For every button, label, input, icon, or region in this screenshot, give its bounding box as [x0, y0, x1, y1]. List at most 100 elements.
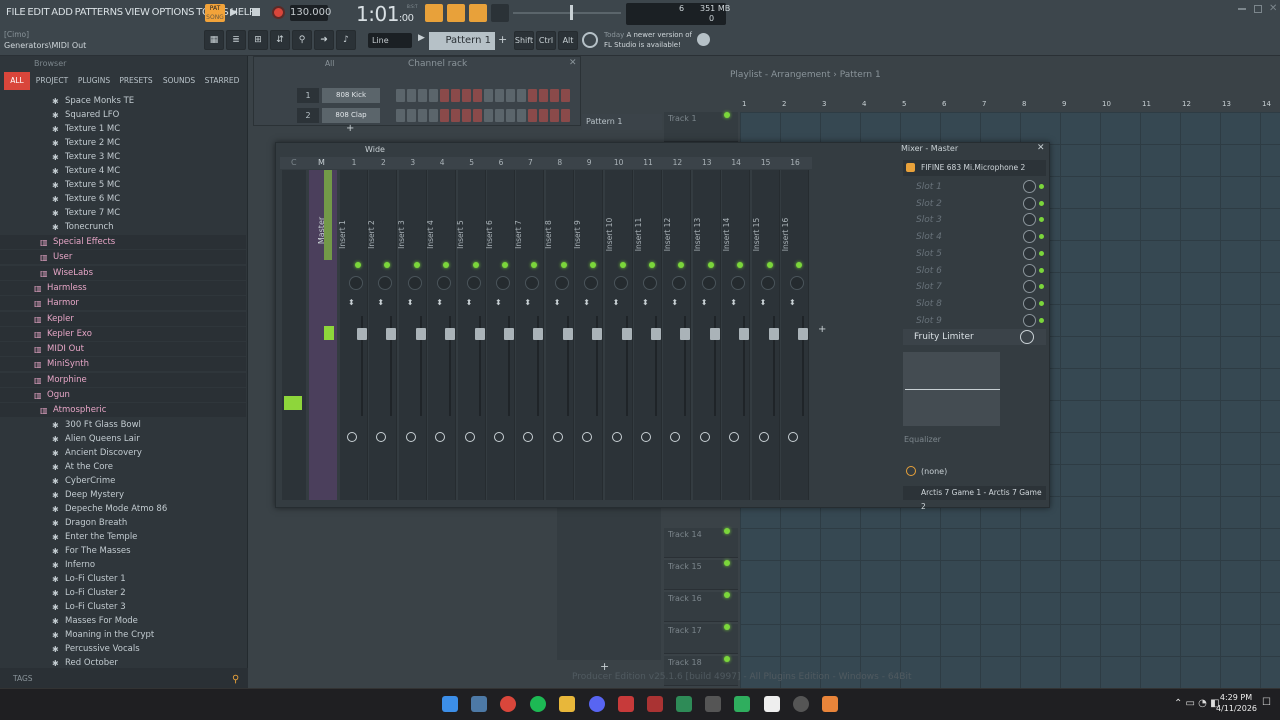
add-channel-icon[interactable]: +: [346, 123, 354, 134]
route-icon[interactable]: [464, 432, 475, 442]
volume-fader[interactable]: [651, 328, 661, 340]
pattern-select[interactable]: Pattern 1: [429, 32, 495, 50]
insert-mute-led[interactable]: [737, 262, 744, 268]
step-button[interactable]: [429, 89, 438, 102]
stereo-icon[interactable]: ⬍: [348, 298, 355, 307]
insert-strip[interactable]: 5 Insert 5 ⬍: [455, 158, 486, 500]
notification-icon[interactable]: ☐: [1262, 697, 1271, 708]
volume-fader[interactable]: [445, 328, 456, 340]
volume-fader[interactable]: [739, 328, 750, 340]
insert-strip[interactable]: 2 Insert 2 ⬍: [367, 158, 398, 500]
stereo-icon[interactable]: ⬍: [377, 298, 384, 307]
pan-knob[interactable]: [701, 276, 716, 290]
rack-filter[interactable]: All: [325, 59, 371, 71]
fx-slot[interactable]: Slot 8: [903, 296, 1046, 312]
preset-item[interactable]: ✱ Alien Queens Lair: [0, 432, 246, 446]
volume-fader[interactable]: [680, 328, 691, 340]
fl-studio-icon[interactable]: [822, 696, 838, 712]
track-mute-led[interactable]: [724, 112, 730, 118]
metronome-icon[interactable]: [425, 4, 443, 22]
shift-button[interactable]: Shift: [514, 31, 534, 50]
maximize-icon[interactable]: [1254, 5, 1262, 13]
piano-roll-view-icon[interactable]: ≣: [226, 30, 246, 50]
route-icon[interactable]: [611, 432, 622, 442]
obs-icon[interactable]: [618, 696, 634, 712]
menu-add[interactable]: ADD: [50, 7, 73, 18]
step-button[interactable]: [495, 109, 504, 122]
tab-plugins[interactable]: PLUGINS: [74, 72, 114, 90]
fx-slot[interactable]: Slot 3: [903, 212, 1046, 228]
stereo-icon[interactable]: ⬍: [613, 298, 620, 307]
preset-item[interactable]: ✱ Masses For Mode: [0, 614, 246, 628]
volume-fader[interactable]: [709, 328, 720, 340]
menu-patterns[interactable]: PATTERNS: [74, 7, 124, 18]
route-icon[interactable]: [582, 432, 593, 442]
step-button[interactable]: [407, 109, 416, 122]
folder-item[interactable]: ▥ User: [0, 250, 246, 265]
volume-fader[interactable]: [386, 328, 397, 340]
step-button[interactable]: [451, 109, 460, 122]
volume-fader[interactable]: [533, 328, 544, 340]
preset-item[interactable]: ✱ Dragon Breath: [0, 516, 246, 530]
pan-knob[interactable]: [466, 276, 481, 290]
route-icon[interactable]: [494, 432, 504, 442]
globe-icon[interactable]: [697, 33, 710, 46]
track-header[interactable]: Track 1: [664, 112, 738, 142]
pan-knob[interactable]: [643, 276, 657, 290]
snap-select[interactable]: Line: [368, 33, 412, 48]
preset-item[interactable]: ✱ Deep Mystery: [0, 488, 246, 502]
menu-edit[interactable]: EDIT: [26, 7, 50, 18]
step-button[interactable]: [539, 109, 548, 122]
tab-presets[interactable]: PRESETS: [114, 72, 158, 90]
alt-button[interactable]: Alt: [558, 31, 578, 50]
step-button[interactable]: [451, 89, 460, 102]
insert-strip[interactable]: 13 Insert 13 ⬍: [692, 158, 721, 500]
folder-item[interactable]: ▥ Harmor: [0, 296, 246, 311]
step-button[interactable]: [550, 109, 559, 122]
volume-fader[interactable]: [562, 328, 573, 340]
insert-mute-led[interactable]: [413, 262, 420, 268]
fx-slot-led[interactable]: [1039, 217, 1044, 223]
insert-strip[interactable]: 11 Insert 11 ⬍: [634, 158, 662, 500]
fx-slot[interactable]: Slot 4: [903, 229, 1046, 245]
step-button[interactable]: [517, 109, 526, 122]
step-button[interactable]: [539, 89, 548, 102]
menu-view[interactable]: VIEW: [124, 7, 151, 18]
fx-slot-knob[interactable]: [1023, 246, 1036, 260]
master-fader[interactable]: [324, 326, 334, 340]
track-header[interactable]: Track 15: [664, 560, 738, 590]
channel-rack-view-icon[interactable]: ⊞: [248, 30, 268, 50]
insert-mute-led[interactable]: [560, 262, 567, 268]
volume-fader[interactable]: [592, 328, 603, 340]
tab-sounds[interactable]: SOUNDS: [158, 72, 200, 90]
step-button[interactable]: [407, 89, 416, 102]
stereo-icon[interactable]: ⬍: [583, 298, 590, 307]
insert-strip[interactable]: 10 Insert 10 ⬍: [604, 158, 633, 500]
tempo-display[interactable]: 130.000: [290, 5, 331, 21]
current-strip[interactable]: [282, 170, 306, 500]
preset-item[interactable]: ✱ Texture 3 MC: [0, 150, 246, 164]
channel-name-button[interactable]: 808 Kick: [322, 88, 380, 103]
step-button[interactable]: [561, 109, 570, 122]
plugin-picker-icon[interactable]: ⚲: [292, 30, 312, 50]
timeline-ruler[interactable]: 1 2 3 4 5 6 7 8 9 10 11 12 13 14: [740, 100, 1280, 112]
preset-item[interactable]: ✱ Squared LFO: [0, 108, 246, 122]
fx-slot-led[interactable]: [1039, 250, 1044, 256]
insert-mute-led[interactable]: [355, 262, 361, 268]
playlist-view-icon[interactable]: ▦: [204, 30, 224, 50]
pan-knob[interactable]: [760, 276, 775, 290]
channel-number[interactable]: 2: [297, 108, 319, 123]
add-insert-icon[interactable]: +: [818, 324, 826, 335]
pan-knob[interactable]: [407, 276, 422, 290]
discord-icon[interactable]: [589, 696, 605, 712]
browser-view-icon[interactable]: ➜: [314, 30, 334, 50]
step-button[interactable]: [517, 89, 526, 102]
fx-slot[interactable]: Slot 6: [903, 263, 1046, 279]
step-button[interactable]: [418, 89, 427, 102]
preset-item[interactable]: ✱ Inferno: [0, 558, 246, 572]
fx-slot-led[interactable]: [1039, 317, 1044, 323]
track-mute-led[interactable]: [724, 656, 730, 662]
step-button[interactable]: [506, 89, 515, 102]
loop-record-icon[interactable]: [491, 4, 509, 22]
news-icon[interactable]: [582, 32, 598, 48]
